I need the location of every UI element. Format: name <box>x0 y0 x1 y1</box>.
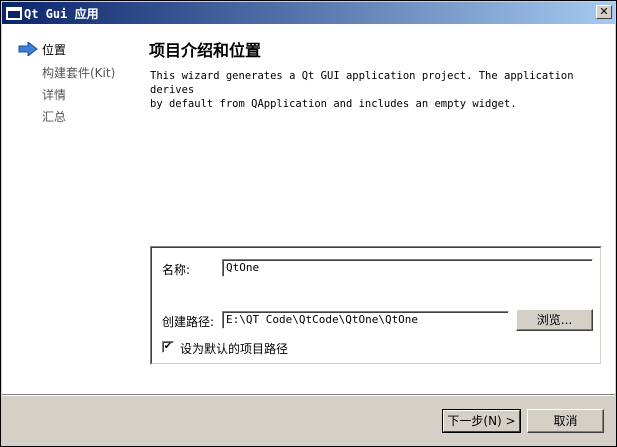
default-path-checkbox-label[interactable]: 设为默认的项目路径 <box>180 340 288 357</box>
step-kits: 构建套件(Kit) <box>42 66 116 80</box>
window-title: Qt Gui 应用 <box>24 7 99 21</box>
app-icon <box>6 7 22 20</box>
next-button-label: 下一步(N) > <box>447 414 516 428</box>
name-label: 名称: <box>162 263 191 277</box>
description-line-2: by default from QApplication and include… <box>150 98 517 110</box>
page-title: 项目介绍和位置 <box>149 41 262 60</box>
path-label: 创建路径: <box>162 315 215 329</box>
current-step-arrow-icon <box>18 42 38 56</box>
description-line-1: This wizard generates a Qt GUI applicati… <box>150 70 574 96</box>
page-description: This wizard generates a Qt GUI applicati… <box>150 69 610 111</box>
name-input[interactable]: QtOne <box>222 259 593 277</box>
browse-button[interactable]: 浏览... <box>516 309 593 331</box>
wizard-sidebar: 位置 构建套件(Kit) 详情 汇总 <box>2 24 142 394</box>
default-path-checkbox[interactable]: ✔ <box>162 341 174 353</box>
wizard-content: 位置 构建套件(Kit) 详情 汇总 项目介绍和位置 This wizard g… <box>2 24 615 394</box>
close-icon: ✕ <box>599 5 609 18</box>
cancel-button[interactable]: 取消 <box>527 409 604 433</box>
footer-separator <box>2 394 615 396</box>
close-button[interactable]: ✕ <box>596 5 612 19</box>
step-details: 详情 <box>42 88 67 102</box>
wizard-window: Qt Gui 应用 ✕ 位置 构建套件(Kit) 详情 汇总 项目介绍和位置 T… <box>0 0 617 447</box>
step-location: 位置 <box>42 43 67 57</box>
title-bar[interactable]: Qt Gui 应用 ✕ <box>2 2 615 24</box>
project-location-group: 名称: QtOne 创建路径: E:\QT Code\QtCode\QtOne\… <box>150 246 602 365</box>
next-button[interactable]: 下一步(N) > <box>442 409 521 433</box>
path-input[interactable]: E:\QT Code\QtCode\QtOne\QtOne <box>222 311 509 329</box>
step-summary: 汇总 <box>42 110 67 124</box>
